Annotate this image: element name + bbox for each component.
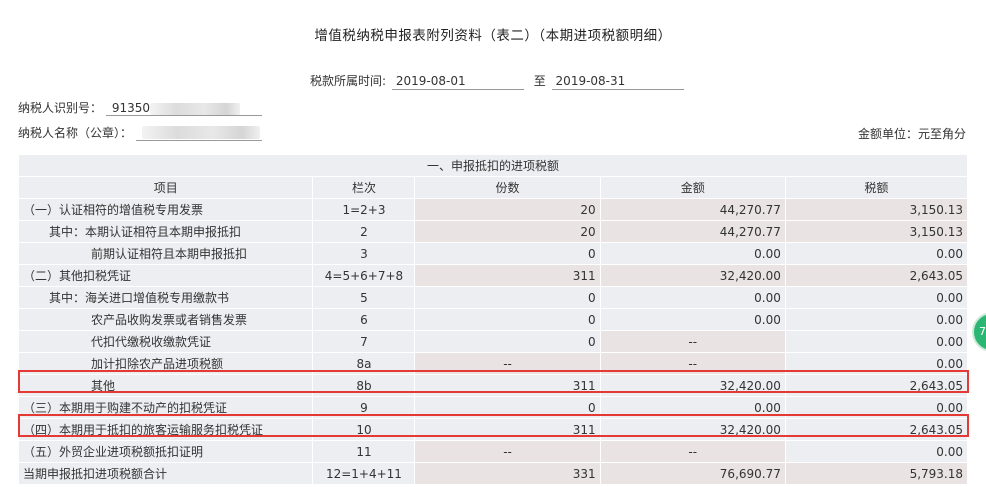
row-tax: 2,643.05 (784, 264, 969, 287)
row-amount: 32,420.00 (599, 264, 786, 287)
row-count-input[interactable]: 0 (414, 330, 601, 353)
row-col: 12=1+4+11 (312, 462, 416, 485)
table-row: 当期申报抵扣进项税额合计 12=1+4+11 331 76,690.77 5,7… (17, 462, 969, 485)
row-col: 4=5+6+7+8 (312, 264, 416, 287)
table-header-row: 项目 栏次 份数 金额 税额 (17, 176, 969, 199)
header-item: 项目 (17, 176, 314, 199)
row-count: 20 (414, 198, 601, 221)
row-col: 3 (312, 242, 416, 265)
row-item: 前期认证相符且本期申报抵扣 (17, 242, 314, 265)
row-count: 331 (414, 462, 601, 485)
row-amount: 44,270.77 (599, 198, 786, 221)
row-item: 其中：海关进口增值税专用缴款书 (17, 286, 314, 309)
taxpayer-name-label: 纳税人名称（公章）： (18, 126, 133, 140)
row-tax-input[interactable]: 0.00 (784, 308, 969, 331)
row-amount: -- (599, 440, 786, 463)
row-item: 其中：本期认证相符且本期申报抵扣 (17, 220, 314, 243)
row-col: 6 (312, 308, 416, 331)
table-row: 代扣代缴税收缴款凭证 7 0 -- 0.00 (17, 330, 969, 353)
taxpayer-id-row: 纳税人识别号： 91350 (18, 99, 262, 116)
row-tax-input[interactable]: 0.00 (784, 440, 969, 463)
highlight-box-row-8b (18, 370, 969, 393)
section-title: 一、申报抵扣的进项税额 (18, 154, 968, 177)
row-tax: 3,150.13 (784, 220, 969, 243)
redacted-blur (150, 102, 241, 115)
row-amount-input[interactable]: 0.00 (599, 286, 786, 309)
taxpayer-name-row: 纳税人名称（公章）： (18, 124, 262, 141)
taxpayer-id-label: 纳税人识别号： (18, 101, 103, 115)
header-count: 份数 (414, 176, 601, 199)
row-count: 311 (414, 264, 601, 287)
floating-assistant-button[interactable]: 7 (972, 312, 986, 352)
row-tax-input[interactable]: 0.00 (784, 286, 969, 309)
redacted-blur (141, 125, 260, 139)
table-row: （一）认证相符的增值税专用发票 1=2+3 20 44,270.77 3,150… (17, 198, 969, 221)
row-count: -- (414, 440, 601, 463)
highlight-box-row-10 (18, 414, 969, 437)
header-amount: 金额 (599, 176, 786, 199)
row-col: 11 (312, 440, 416, 463)
taxpayer-id-value: 91350 (111, 101, 151, 115)
row-item: 当期申报抵扣进项税额合计 (17, 462, 314, 485)
row-item: （二）其他扣税凭证 (17, 264, 314, 287)
row-item: （五）外贸企业进项税额抵扣证明 (17, 440, 314, 463)
row-amount: 76,690.77 (599, 462, 786, 485)
row-col: 1=2+3 (312, 198, 416, 221)
period-label: 税款所属时间: (310, 74, 387, 88)
tax-period: 税款所属时间: 2019-08-01 至 2019-08-31 (310, 72, 684, 90)
amount-unit: 金额单位：元至角分 (857, 127, 966, 141)
table-row: 其中：本期认证相符且本期申报抵扣 2 20 44,270.77 3,150.13 (17, 220, 969, 243)
row-count-input[interactable]: 0 (414, 308, 601, 331)
period-to-label: 至 (533, 74, 546, 88)
row-amount-input[interactable]: 0.00 (599, 242, 786, 265)
row-tax: 5,793.18 (784, 462, 969, 485)
header-col: 栏次 (312, 176, 416, 199)
row-amount: -- (599, 330, 786, 353)
row-col: 5 (312, 286, 416, 309)
row-tax-input[interactable]: 0.00 (784, 330, 969, 353)
row-count-input[interactable]: 0 (414, 242, 601, 265)
row-col: 2 (312, 220, 416, 243)
row-item: （一）认证相符的增值税专用发票 (17, 198, 314, 221)
table-row: （二）其他扣税凭证 4=5+6+7+8 311 32,420.00 2,643.… (17, 264, 969, 287)
period-from-field[interactable]: 2019-08-01 (391, 74, 524, 90)
row-amount-input[interactable]: 0.00 (599, 308, 786, 331)
section-header-row: 一、申报抵扣的进项税额 (18, 154, 968, 177)
taxpayer-id-field[interactable]: 91350 (105, 101, 262, 116)
row-col: 7 (312, 330, 416, 353)
table-row: 前期认证相符且本期申报抵扣 3 0 0.00 0.00 (17, 242, 969, 265)
period-to-field[interactable]: 2019-08-31 (551, 74, 684, 90)
row-item: 代扣代缴税收缴款凭证 (17, 330, 314, 353)
taxpayer-name-field[interactable] (135, 124, 262, 141)
row-tax-input[interactable]: 0.00 (784, 242, 969, 265)
table-row: （五）外贸企业进项税额抵扣证明 11 -- -- 0.00 (17, 440, 969, 463)
row-item: 农产品收购发票或者销售发票 (17, 308, 314, 331)
row-count-input[interactable]: 0 (414, 286, 601, 309)
row-count: 20 (414, 220, 601, 243)
header-tax: 税额 (784, 176, 969, 199)
page-title: 增值税纳税申报表附列资料（表二）（本期进项税额明细） (314, 28, 672, 44)
table-row: 农产品收购发票或者销售发票 6 0 0.00 0.00 (17, 308, 969, 331)
row-amount: 44,270.77 (599, 220, 786, 243)
table-row: 其中：海关进口增值税专用缴款书 5 0 0.00 0.00 (17, 286, 969, 309)
row-tax: 3,150.13 (784, 198, 969, 221)
